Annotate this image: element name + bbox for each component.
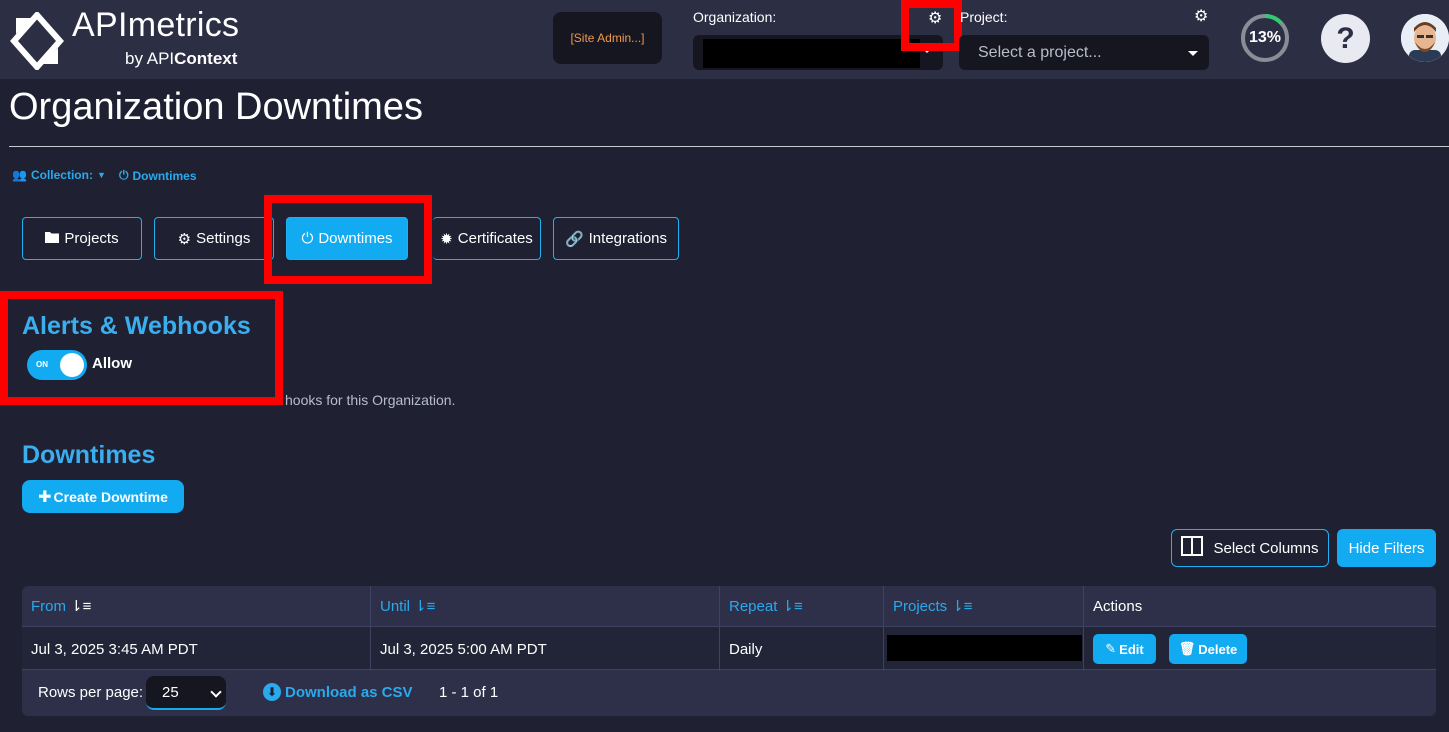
rows-per-page-label: Rows per page:: [38, 684, 144, 701]
tab-certificates[interactable]: ✹ Certificates: [433, 217, 541, 260]
tab-settings-label: Settings: [196, 230, 251, 247]
progress-percent: 13%: [1248, 29, 1282, 46]
sort-icon[interactable]: ⇂≡: [951, 597, 972, 615]
tab-settings[interactable]: ⚙ Settings: [154, 217, 274, 260]
alerts-title: Alerts & Webhooks: [22, 312, 251, 340]
cell-from: Jul 3, 2025 3:45 AM PDT: [22, 627, 371, 671]
column-header-projects[interactable]: Projects ⇂≡: [884, 586, 1084, 626]
create-downtime-button[interactable]: ✚ Create Downtime: [22, 480, 184, 513]
column-header-until[interactable]: Until ⇂≡: [371, 586, 720, 626]
cell-until: Jul 3, 2025 5:00 AM PDT: [371, 627, 720, 671]
folder-icon: [45, 230, 60, 247]
power-icon: ⏻: [301, 230, 314, 247]
download-csv-link[interactable]: ⬇ Download as CSV: [263, 683, 413, 701]
edit-button[interactable]: ✎ Edit: [1093, 634, 1156, 664]
columns-icon: [1181, 536, 1204, 560]
allow-label: Allow: [92, 355, 132, 372]
downtimes-title: Downtimes: [22, 441, 156, 469]
hide-filters-button[interactable]: Hide Filters: [1337, 529, 1436, 567]
edit-label: Edit: [1119, 641, 1144, 657]
breadcrumb-collection[interactable]: 👥 Collection: ▼: [12, 168, 106, 182]
toggle-state-label: ON: [36, 360, 48, 369]
create-downtime-label: Create Downtime: [53, 488, 168, 505]
organization-settings-gear-icon[interactable]: ⚙: [928, 8, 942, 28]
apimetrics-logo-icon[interactable]: [10, 12, 64, 70]
column-projects-label: Projects: [893, 597, 948, 615]
brand-subtitle: by APIContext: [125, 49, 238, 68]
alerts-description: hooks for this Organization.: [285, 392, 456, 408]
link-icon: 🔗: [564, 230, 584, 248]
tab-downtimes-label: Downtimes: [318, 230, 393, 247]
plus-icon: ✚: [38, 488, 52, 506]
project-settings-gear-icon[interactable]: ⚙: [1194, 6, 1208, 26]
help-button[interactable]: ?: [1321, 14, 1370, 63]
sort-icon[interactable]: ⇂≡: [781, 597, 802, 615]
breadcrumb-downtimes-label: Downtimes: [132, 168, 197, 183]
site-admin-button[interactable]: [Site Admin...]: [553, 12, 662, 64]
caret-down-icon: ▼: [96, 170, 106, 180]
column-until-label: Until: [380, 597, 411, 615]
tab-projects-label: Projects: [64, 230, 119, 247]
organization-label: Organization:: [693, 9, 777, 25]
delete-label: Delete: [1198, 641, 1238, 657]
tab-integrations-label: Integrations: [588, 230, 668, 247]
column-header-repeat[interactable]: Repeat ⇂≡: [720, 586, 884, 626]
certificate-icon: ✹: [440, 230, 453, 248]
column-header-from[interactable]: From ⇂≡: [22, 586, 371, 626]
brand-title[interactable]: APImetrics: [72, 6, 239, 45]
column-from-label: From: [31, 597, 66, 615]
project-select[interactable]: Select a project...: [959, 35, 1209, 70]
table-row: Jul 3, 2025 3:45 AM PDT Jul 3, 2025 5:00…: [22, 626, 1436, 671]
tab-integrations[interactable]: 🔗 Integrations: [553, 217, 679, 260]
tab-downtimes[interactable]: ⏻ Downtimes: [286, 217, 408, 260]
power-icon: ⏻: [119, 168, 129, 182]
download-icon: ⬇: [263, 683, 281, 701]
delete-button[interactable]: 🗑 Delete: [1169, 634, 1247, 664]
users-icon: 👥: [12, 168, 27, 182]
projects-redacted-value: [887, 635, 1082, 661]
sort-icon[interactable]: ⇂≡: [414, 597, 435, 615]
trash-icon: 🗑: [1178, 641, 1196, 656]
cell-repeat: Daily: [720, 627, 884, 671]
select-columns-label: Select Columns: [1213, 539, 1319, 557]
highlight-box-alerts: [0, 291, 283, 405]
organization-redacted-value: [703, 39, 920, 68]
toggle-knob[interactable]: [60, 353, 84, 377]
caret-down-icon[interactable]: [1188, 51, 1198, 56]
column-actions-label: Actions: [1093, 597, 1143, 615]
page-title: Organization Downtimes: [9, 86, 423, 128]
column-header-actions: Actions: [1084, 586, 1436, 626]
title-divider: [9, 146, 1449, 147]
sort-desc-icon[interactable]: ⇂≡: [70, 597, 91, 615]
downtimes-table: From ⇂≡ Until ⇂≡ Repeat ⇂≡ Projects ⇂≡ A…: [22, 586, 1436, 716]
user-avatar[interactable]: [1401, 14, 1449, 62]
breadcrumb-downtimes[interactable]: ⏻ Downtimes: [119, 168, 197, 183]
column-repeat-label: Repeat: [729, 597, 778, 615]
avatar-icon: [1401, 14, 1449, 62]
download-csv-label: Download as CSV: [285, 683, 413, 701]
breadcrumb-collection-label: Collection:: [30, 168, 93, 182]
select-columns-button[interactable]: Select Columns: [1171, 529, 1329, 567]
pagination-range: 1 - 1 of 1: [439, 684, 499, 701]
project-label: Project:: [960, 9, 1008, 25]
tab-certificates-label: Certificates: [457, 230, 533, 247]
gear-icon: ⚙: [177, 230, 192, 248]
pencil-icon: ✎: [1105, 641, 1117, 656]
tab-projects[interactable]: Projects: [22, 217, 142, 260]
